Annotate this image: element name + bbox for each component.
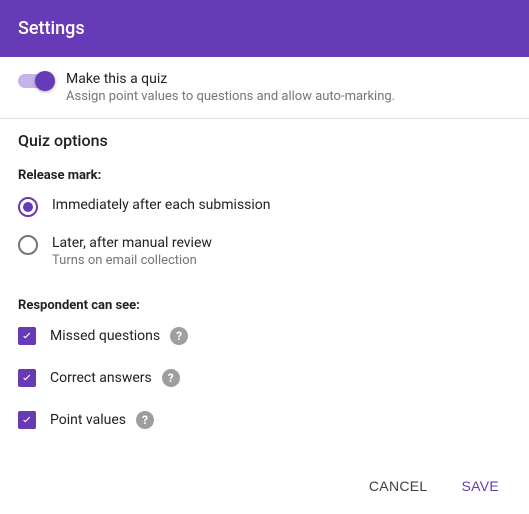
checkbox-icon bbox=[18, 369, 36, 387]
dialog-footer: Cancel Save bbox=[0, 458, 529, 514]
dialog-header: Settings bbox=[0, 0, 529, 57]
cancel-button[interactable]: Cancel bbox=[361, 472, 436, 500]
make-quiz-row: Make this a quiz Assign point values to … bbox=[0, 57, 529, 119]
save-button[interactable]: Save bbox=[453, 472, 507, 500]
help-icon[interactable]: ? bbox=[162, 369, 180, 387]
radio-sub: Turns on email collection bbox=[52, 253, 212, 268]
checkbox-icon bbox=[18, 411, 36, 429]
release-option-later[interactable]: Later, after manual review Turns on emai… bbox=[18, 235, 511, 268]
dialog-title: Settings bbox=[18, 18, 85, 39]
release-mark-title: Release mark: bbox=[18, 168, 511, 183]
respondent-points[interactable]: Point values ? bbox=[18, 411, 511, 429]
check-label: Missed questions bbox=[50, 328, 160, 344]
make-quiz-toggle[interactable] bbox=[18, 74, 52, 88]
radio-label: Later, after manual review bbox=[52, 235, 212, 251]
checkbox-icon bbox=[18, 327, 36, 345]
release-option-immediate[interactable]: Immediately after each submission bbox=[18, 197, 511, 217]
help-icon[interactable]: ? bbox=[136, 411, 154, 429]
respondent-missed[interactable]: Missed questions ? bbox=[18, 327, 511, 345]
respondent-title: Respondent can see: bbox=[18, 298, 511, 313]
quiz-options-section: Quiz options Release mark: Immediately a… bbox=[0, 119, 529, 429]
make-quiz-sub: Assign point values to questions and all… bbox=[66, 89, 395, 104]
respondent-correct[interactable]: Correct answers ? bbox=[18, 369, 511, 387]
radio-label: Immediately after each submission bbox=[52, 197, 271, 213]
help-icon[interactable]: ? bbox=[170, 327, 188, 345]
check-label: Point values bbox=[50, 412, 126, 428]
make-quiz-label: Make this a quiz bbox=[66, 71, 395, 87]
radio-text: Later, after manual review Turns on emai… bbox=[52, 235, 212, 268]
radio-icon bbox=[18, 197, 38, 217]
radio-icon bbox=[18, 235, 38, 255]
toggle-knob bbox=[35, 71, 55, 91]
make-quiz-text: Make this a quiz Assign point values to … bbox=[66, 71, 395, 104]
quiz-options-title: Quiz options bbox=[18, 131, 511, 150]
check-label: Correct answers bbox=[50, 370, 152, 386]
radio-text: Immediately after each submission bbox=[52, 197, 271, 213]
